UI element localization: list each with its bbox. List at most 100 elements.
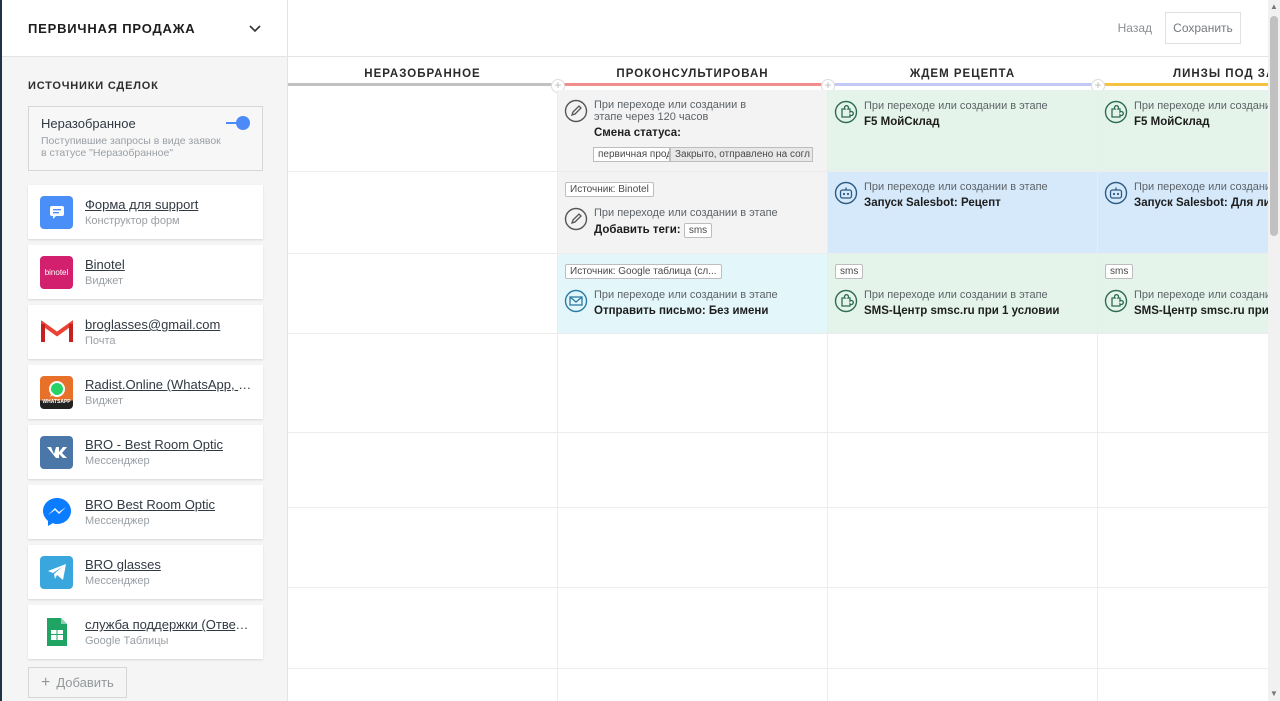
- automation-cell[interactable]: sms При переходе или создании в этапе SM…: [828, 254, 1097, 333]
- automation-cell[interactable]: При переходе или создании в этапе Запуск…: [1098, 172, 1268, 253]
- google-sheets-icon: [40, 615, 73, 649]
- row-divider: [288, 668, 1268, 669]
- back-button[interactable]: Назад: [1118, 21, 1152, 35]
- topbar: Назад Сохранить: [288, 0, 1268, 57]
- pencil-circle-icon: [564, 207, 588, 231]
- trigger-condition: При переходе или создании в этапе: [864, 100, 1048, 112]
- save-button[interactable]: Сохранить: [1165, 12, 1241, 44]
- automation-cell[interactable]: Источник: Google таблица (сл... При пере…: [558, 254, 827, 333]
- unsorted-title: Неразобранное: [41, 116, 136, 131]
- pipeline-title: ПЕРВИЧНАЯ ПРОДАЖА: [28, 20, 196, 36]
- row-divider: [288, 333, 1268, 334]
- stage-color-bar: [288, 83, 557, 86]
- source-filter-tag: Источник: Binotel: [565, 182, 654, 197]
- stage-name: ПРОКОНСУЛЬТИРОВАН: [616, 67, 769, 80]
- source-filter-tag: sms: [1105, 264, 1134, 279]
- puzzle-icon: [1104, 289, 1128, 313]
- trigger-action: Добавить теги: sms: [594, 223, 778, 238]
- source-item-whatsapp[interactable]: WHATSAPP Radist.Online (WhatsApp, O... Ви…: [28, 365, 263, 419]
- messenger-icon: [40, 495, 73, 529]
- trigger-condition: При переходе или создании в этапе: [864, 181, 1048, 193]
- source-name[interactable]: Radist.Online (WhatsApp, O...: [85, 377, 251, 392]
- source-item-gmail[interactable]: broglasses@gmail.com Почта: [28, 305, 263, 359]
- sources-title: ИСТОЧНИКИ СДЕЛОК: [28, 80, 159, 92]
- trigger-condition: При переходе или создании в этапе: [594, 289, 778, 301]
- source-filter-tag: Источник: Google таблица (сл...: [565, 264, 722, 279]
- trigger-condition: При переходе или создании в этапе: [594, 207, 778, 219]
- source-name[interactable]: Форма для support: [85, 197, 251, 212]
- scroll-thumb[interactable]: [1270, 16, 1278, 236]
- automation-cell[interactable]: При переходе или создании в этапе через …: [558, 90, 827, 171]
- trigger-action-label: Добавить теги:: [594, 224, 681, 236]
- row-divider: [288, 587, 1268, 588]
- source-item-form[interactable]: Форма для support Конструктор форм: [28, 185, 263, 239]
- whatsapp-logo-text: WHATSAPP: [42, 399, 71, 405]
- trigger-action: SMS-Центр smsc.ru при 1 условии: [864, 305, 1060, 317]
- whatsapp-icon: WHATSAPP: [40, 375, 73, 409]
- source-name[interactable]: служба поддержки (Ответы): [85, 617, 251, 632]
- source-name[interactable]: BRO Best Room Optic: [85, 497, 251, 512]
- chevron-down-icon[interactable]: [247, 20, 263, 36]
- automation-cell[interactable]: При переходе или создании в этапе F5 Мой…: [1098, 90, 1268, 171]
- stage-color-bar: [828, 83, 1097, 86]
- source-name[interactable]: Binotel: [85, 257, 251, 272]
- pencil-circle-icon: [564, 99, 588, 123]
- puzzle-icon: [834, 100, 858, 124]
- source-type: Google Таблицы: [85, 635, 169, 647]
- trigger-action: Смена статуса:: [594, 127, 681, 139]
- stage-name: ЖДЕМ РЕЦЕПТА: [909, 67, 1016, 80]
- row-divider: [288, 432, 1268, 433]
- trigger-condition: При переходе или создании в этапе: [1134, 289, 1268, 301]
- puzzle-icon: [1104, 100, 1128, 124]
- trigger-condition: При переходе или создании в этапе: [1134, 100, 1268, 112]
- source-name[interactable]: broglasses@gmail.com: [85, 317, 251, 332]
- source-type: Мессенджер: [85, 515, 150, 527]
- stage-name: ЛИНЗЫ ПОД ЗАКАЗ: [1173, 67, 1268, 80]
- salesbot-icon: [1104, 181, 1128, 205]
- status-from-tag: первичная прод: [593, 147, 670, 162]
- source-item-messenger[interactable]: BRO Best Room Optic Мессенджер: [28, 485, 263, 539]
- form-icon: [40, 195, 73, 229]
- scroll-down-arrow-icon[interactable]: ▼: [1270, 690, 1278, 698]
- binotel-icon: binotel: [40, 255, 73, 289]
- source-name[interactable]: BRO glasses: [85, 557, 251, 572]
- source-item-binotel[interactable]: binotel Binotel Виджет: [28, 245, 263, 299]
- trigger-condition: При переходе или создании в этапе: [1134, 181, 1268, 193]
- row-divider: [288, 507, 1268, 508]
- automation-cell[interactable]: sms При переходе или создании в этапе SM…: [1098, 254, 1268, 333]
- source-filter-tag: sms: [835, 264, 864, 279]
- automation-cell[interactable]: Источник: Binotel При переходе или созда…: [558, 172, 827, 253]
- source-type: Мессенджер: [85, 455, 150, 467]
- source-name[interactable]: BRO - Best Room Optic: [85, 437, 251, 452]
- add-source-button[interactable]: + Добавить: [28, 667, 127, 698]
- trigger-condition: При переходе или создании в: [594, 99, 747, 111]
- stage-color-bar: [1098, 83, 1268, 86]
- unsorted-toggle[interactable]: [226, 115, 250, 131]
- source-item-google-sheets[interactable]: служба поддержки (Ответы) Google Таблицы: [28, 605, 263, 659]
- source-item-vk[interactable]: BRO - Best Room Optic Мессенджер: [28, 425, 263, 479]
- salesbot-icon: [834, 181, 858, 205]
- source-type: Виджет: [85, 395, 124, 407]
- pipeline-header[interactable]: ПЕРВИЧНАЯ ПРОДАЖА: [2, 0, 287, 57]
- puzzle-icon: [834, 289, 858, 313]
- telegram-icon: [40, 555, 73, 589]
- trigger-action: Запуск Salesbot: Для линз: [1134, 197, 1268, 209]
- unsorted-description: Поступившие запросы в виде заявок в стат…: [41, 135, 221, 159]
- automation-cell[interactable]: При переходе или создании в этапе Запуск…: [828, 172, 1097, 253]
- pipeline-board: НЕРАЗОБРАННОЕ ПРОКОНСУЛЬТИРОВАН ЖДЕМ РЕЦ…: [288, 57, 1268, 701]
- source-type: Виджет: [85, 275, 124, 287]
- source-type: Конструктор форм: [85, 215, 180, 227]
- trigger-action: SMS-Центр smsc.ru при 1 условии: [1134, 305, 1268, 317]
- trigger-action: Запуск Salesbot: Рецепт: [864, 197, 1001, 209]
- source-type: Почта: [85, 335, 116, 347]
- trigger-action: F5 МойСклад: [864, 116, 940, 128]
- status-to-tag: Закрыто, отправлено на согл: [670, 147, 813, 162]
- stage-name: НЕРАЗОБРАННОЕ: [364, 67, 481, 80]
- source-item-telegram[interactable]: BRO glasses Мессенджер: [28, 545, 263, 599]
- scroll-up-arrow-icon[interactable]: ▲: [1270, 3, 1278, 11]
- trigger-condition: При переходе или создании в этапе: [864, 289, 1048, 301]
- vk-icon: [40, 435, 73, 469]
- automation-cell[interactable]: При переходе или создании в этапе F5 Мой…: [828, 90, 1097, 171]
- add-source-label: Добавить: [56, 675, 114, 690]
- vertical-scrollbar[interactable]: ▲ ▼: [1268, 0, 1280, 701]
